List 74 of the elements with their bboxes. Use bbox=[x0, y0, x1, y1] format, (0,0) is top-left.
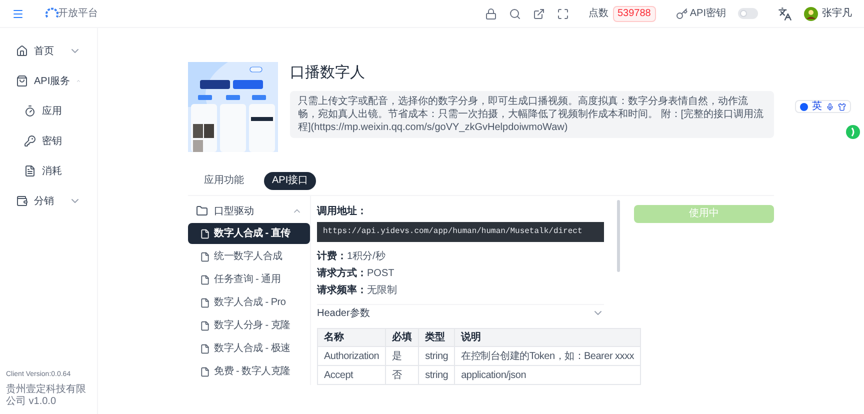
file-icon bbox=[24, 165, 36, 177]
file-icon bbox=[200, 366, 210, 376]
tree-item[interactable]: 数字人分身 - 克隆 bbox=[188, 315, 310, 336]
url-label: 调用地址： bbox=[317, 204, 368, 219]
external-link-icon[interactable] bbox=[532, 8, 544, 20]
field-label: 请求频率： bbox=[317, 283, 367, 298]
wallet-icon bbox=[16, 195, 28, 207]
ime-toolbar[interactable]: 英 bbox=[795, 100, 851, 113]
table-cell: string bbox=[418, 366, 455, 384]
tree-item[interactable]: 免费 - 数字人克隆 bbox=[188, 361, 310, 382]
scrollbar[interactable] bbox=[617, 200, 620, 272]
tree-item[interactable]: 任务查询 - 通用 bbox=[188, 269, 310, 290]
table-cell: Authorization bbox=[318, 346, 386, 366]
table-cell: string bbox=[418, 346, 455, 366]
field-value: 1积分/秒 bbox=[347, 250, 386, 264]
home-icon bbox=[16, 45, 28, 57]
tab[interactable]: API接口 bbox=[264, 172, 316, 190]
table-cell: Accept bbox=[318, 366, 386, 384]
column-header: 说明 bbox=[454, 328, 641, 346]
tree-group[interactable]: 口型驱动 bbox=[188, 200, 310, 222]
menu-icon[interactable] bbox=[12, 8, 24, 20]
theme-toggle[interactable] bbox=[738, 8, 758, 19]
tree-item[interactable]: 统一数字人合成 bbox=[188, 246, 310, 267]
table-cell: 是 bbox=[386, 346, 419, 366]
microphone-icon bbox=[826, 102, 834, 110]
sidebar-item[interactable]: 首页 bbox=[0, 39, 97, 63]
field-value: POST bbox=[367, 266, 394, 280]
tree-item[interactable]: 数字人合成 - 极速 bbox=[188, 338, 310, 359]
sidebar-item[interactable]: 分销 bbox=[0, 189, 97, 213]
file-icon bbox=[200, 344, 210, 354]
file-icon bbox=[200, 298, 210, 308]
timer-icon bbox=[24, 105, 36, 117]
file-icon bbox=[200, 320, 210, 330]
skin-icon bbox=[838, 102, 846, 110]
ime-language: 英 bbox=[812, 102, 822, 112]
key-icon[interactable] bbox=[676, 8, 688, 20]
ime-logo-icon bbox=[800, 102, 808, 110]
points-label: 点数 bbox=[588, 6, 608, 21]
table-cell: 否 bbox=[386, 366, 419, 384]
file-icon bbox=[200, 252, 210, 262]
column-header: 必填 bbox=[386, 328, 419, 346]
file-icon bbox=[200, 274, 210, 284]
url-code: https://api.yidevs.com/app/human/human/Musetalk/direct bbox=[317, 222, 604, 242]
user-name[interactable]: 张宇凡 bbox=[822, 6, 852, 21]
key-icon bbox=[24, 135, 36, 147]
api-key-link[interactable]: API密钥 bbox=[690, 6, 726, 21]
table-cell: application/json bbox=[454, 366, 641, 384]
translate-icon[interactable] bbox=[778, 6, 792, 20]
search-icon[interactable] bbox=[508, 8, 520, 20]
product-description: 只需上传文字或配音，选择你的数字分身，即可生成口播视频。高度拟真：数字分身表情自然，动作流畅，宛如真人出镜。节省成本：只需一次拍摄，大幅降低了视频制作成本和时间。 附：[完整的接口调用流程](https://mp.weixin.qq.com/s/goVY_zkGvHelpdoiwmoWaw) bbox=[290, 90, 774, 138]
bag-icon bbox=[16, 75, 28, 87]
sidebar-subitem[interactable]: 密钥 bbox=[0, 129, 97, 153]
product-title: 口播数字人 bbox=[290, 63, 366, 83]
sidebar-subitem[interactable]: 消耗 bbox=[0, 159, 97, 183]
logo-text: 开放平台 bbox=[58, 6, 98, 21]
column-header: 名称 bbox=[318, 328, 386, 346]
field-label: 请求方式： bbox=[317, 266, 367, 280]
points-badge: 539788 bbox=[612, 6, 656, 22]
sidebar-item[interactable]: API服务 bbox=[0, 69, 97, 93]
column-header: 类型 bbox=[418, 328, 455, 346]
tree-item[interactable]: 数字人合成 - Pro bbox=[188, 292, 310, 313]
lock-icon[interactable] bbox=[484, 8, 496, 20]
field-label: 计费： bbox=[317, 250, 347, 264]
table-cell: 在控制台创建的Token，如：Bearer xxxx bbox=[454, 346, 641, 366]
company-version: 贵州壹定科技有限公司 v1.0.0 bbox=[6, 384, 87, 408]
tree-item[interactable]: 数字人合成 - 直传 bbox=[188, 223, 310, 244]
avatar[interactable] bbox=[804, 6, 818, 20]
header-params-section[interactable]: Header参数 bbox=[317, 304, 604, 321]
field-value: 无限制 bbox=[367, 284, 397, 298]
file-icon bbox=[200, 228, 210, 238]
tab[interactable]: 应用功能 bbox=[196, 172, 252, 190]
folder-icon bbox=[196, 205, 208, 217]
sidebar-subitem[interactable]: 应用 bbox=[0, 99, 97, 123]
fullscreen-icon[interactable] bbox=[556, 8, 568, 20]
